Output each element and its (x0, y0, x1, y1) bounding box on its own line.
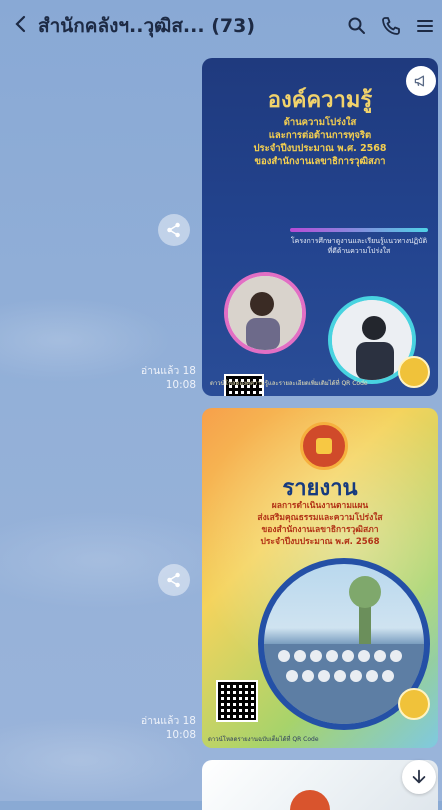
read-status: อ่านแล้ว 18 (140, 715, 196, 727)
card-note: โครงการศึกษาดูงานและเรียนรู้แนวทางปฏิบัต… (290, 237, 428, 255)
read-status: อ่านแล้ว 18 (140, 365, 196, 377)
scroll-to-bottom-button[interactable] (402, 760, 436, 794)
card-subtitle: ด้านความโปร่งใส และการต่อต้านการทุจริต ป… (214, 116, 426, 168)
share-icon (167, 572, 180, 588)
megaphone-icon (414, 75, 425, 87)
image-message-card[interactable] (202, 760, 438, 810)
card-footer: ดาวน์โหลดองค์ความรู้และรายละเอียดเพิ่มเต… (210, 380, 368, 387)
qr-code (216, 680, 258, 722)
message-time: 10:08 (165, 379, 196, 391)
organization-logo (398, 356, 430, 388)
chat-title[interactable]: สำนักคลังฯ..วุฒิส... (73) (38, 11, 340, 41)
card-heading: องค์ความรู้ (267, 88, 373, 113)
speaker-photo (224, 272, 306, 354)
phone-icon (382, 17, 400, 35)
chat-title-text: สำนักคลังฯ..วุฒิส... (38, 15, 205, 37)
subtitle-line: ผลการดำเนินงานตามแผน (271, 501, 369, 511)
menu-icon (417, 20, 433, 32)
message-time: 10:08 (165, 729, 196, 741)
person-icon (228, 276, 302, 350)
subtitle-line: ประจำปีงบประมาณ พ.ศ. 2568 (253, 143, 387, 154)
subtitle-line: ของสำนักงานเลขาธิการวุฒิสภา (261, 525, 379, 535)
call-button[interactable] (374, 9, 408, 43)
image-message-card[interactable]: รายงาน ผลการดำเนินงานตามแผน ส่งเสริมคุณธ… (202, 408, 438, 748)
subtitle-line: ส่งเสริมคุณธรรมและความโปร่งใส (257, 513, 383, 523)
message-meta: อ่านแล้ว 18 10:08 (106, 364, 196, 392)
back-button[interactable] (8, 12, 34, 40)
share-button[interactable] (158, 214, 190, 246)
organization-logo (398, 688, 430, 720)
decorative-divider (290, 228, 428, 232)
menu-button[interactable] (408, 9, 442, 43)
search-button[interactable] (340, 9, 374, 43)
subtitle-line: ด้านความโปร่งใส (283, 117, 357, 128)
message-meta: อ่านแล้ว 18 10:08 (106, 714, 196, 742)
arrow-down-icon (412, 769, 426, 784)
chat-header: สำนักคลังฯ..วุฒิส... (73) (0, 0, 442, 52)
image-message-card[interactable]: องค์ความรู้ ด้านความโปร่งใส และการต่อต้า… (202, 58, 438, 396)
search-icon (348, 17, 365, 34)
subtitle-line: ของสำนักงานเลขาธิการวุฒิสภา (254, 156, 386, 167)
subtitle-line: ประจำปีงบประมาณ พ.ศ. 2568 (260, 537, 380, 547)
card-footer: ดาวน์โหลดรายงานฉบับเต็มได้ที่ QR Code (208, 736, 319, 743)
chevron-left-icon (15, 15, 26, 33)
emblem-icon (290, 790, 330, 810)
share-button[interactable] (158, 564, 190, 596)
save-image-button[interactable] (406, 66, 436, 96)
subtitle-line: และการต่อต้านการทุจริต (268, 130, 372, 141)
member-count: (73) (211, 15, 256, 37)
card-subtitle: ผลการดำเนินงานตามแผน ส่งเสริมคุณธรรมและค… (214, 500, 426, 548)
garuda-emblem-icon (300, 422, 348, 470)
share-icon (167, 222, 180, 238)
